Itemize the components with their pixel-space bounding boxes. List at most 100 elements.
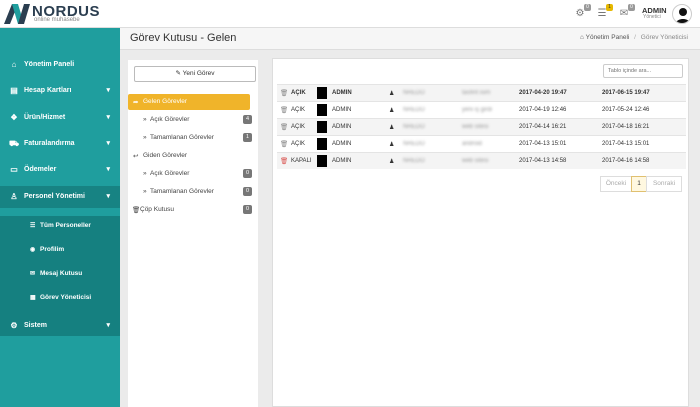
- created-date: 2017-04-13 15:01: [519, 141, 567, 147]
- folder-outgoing[interactable]: ↩ Giden Görevler: [128, 148, 258, 164]
- task-subject[interactable]: tasfirit isim: [462, 90, 490, 96]
- breadcrumb-home-link[interactable]: Yönetim Paneli: [586, 34, 630, 41]
- breadcrumb-separator: /: [634, 34, 636, 41]
- sidebar-item-dashboard[interactable]: ⌂ Yönetim Paneli: [0, 54, 120, 76]
- due-date: 2017-04-18 16:21: [602, 124, 650, 130]
- redacted-avatar: [317, 121, 327, 133]
- mail-badge: 0: [628, 4, 635, 11]
- sidebar-subitem-all-personnel[interactable]: ☰ Tüm Personeller: [0, 216, 120, 236]
- count-badge: 0: [243, 205, 252, 214]
- delete-icon[interactable]: 🗑: [280, 123, 288, 131]
- folder-incoming-open[interactable]: » Açık Görevler 4: [128, 112, 258, 128]
- table-row[interactable]: 🗑 AÇIK ADMIN ♟ NREDO tasfirit isim 2017-04-20 …: [277, 84, 686, 101]
- sidebar-item-invoicing[interactable]: ⛟ Faturalandırma ▾: [0, 133, 120, 155]
- due-date: 2017-05-24 12:46: [602, 107, 650, 113]
- chevron-down-icon: ▾: [106, 322, 110, 329]
- sender-name: ADMIN: [332, 107, 352, 113]
- sidebar-item-label: Personel Yönetimi: [24, 193, 85, 200]
- redacted-avatar: [317, 155, 327, 167]
- sidebar-item-personnel[interactable]: ♙ Personel Yönetimi ▾: [0, 186, 120, 208]
- sidebar-subitem-task-manager[interactable]: ▦ Görev Yöneticisi: [0, 288, 120, 308]
- folder-label: Tamamlanan Görevler: [150, 134, 214, 141]
- mail-notification-button[interactable]: ✉ 0: [618, 4, 635, 20]
- sidebar-subitem-mailbox[interactable]: ✉ Mesaj Kutusu: [0, 264, 120, 284]
- pagination-prev[interactable]: Önceki: [600, 176, 632, 192]
- sidebar-item-accounts[interactable]: ▤ Hesap Kartları ▾: [0, 80, 120, 102]
- cart-icon: ⛟: [9, 139, 20, 148]
- sidebar-item-label: Ödemeler: [24, 166, 57, 173]
- chevron-down-icon: ▾: [106, 114, 110, 121]
- task-subject[interactable]: android: [462, 141, 482, 147]
- folder-outgoing-open[interactable]: » Açık Görevler 0: [128, 166, 258, 182]
- delete-icon[interactable]: 🗑: [280, 89, 288, 97]
- logo[interactable]: NORDUS online muhasebe: [4, 3, 114, 25]
- sidebar-item-system[interactable]: ⚙ Sistem ▾: [0, 315, 120, 337]
- sidebar-subitem-label: Görev Yöneticisi: [40, 294, 92, 301]
- sidebar-subitem-label: Profilim: [40, 246, 65, 253]
- page-title: Görev Kutusu - Gelen: [130, 32, 237, 44]
- home-icon: ⌂: [579, 34, 584, 41]
- logo-mark-icon: [4, 4, 30, 24]
- chevron-down-icon: ▾: [106, 87, 110, 94]
- sidebar-subitem-profile[interactable]: ◉ Profilim: [0, 240, 120, 260]
- table-row[interactable]: 🗑 KAPALI ADMIN ♟ NREDO web sitesi 2017-04-13 1…: [277, 152, 686, 169]
- sender-name: ADMIN: [332, 141, 352, 147]
- envelope-icon: ✉: [30, 271, 36, 277]
- delete-icon[interactable]: 🗑: [280, 106, 288, 114]
- task-subject[interactable]: web sitesi: [462, 158, 488, 164]
- user-icon: ♙: [10, 192, 18, 201]
- folder-label: Açık Görevler: [150, 116, 190, 123]
- status-label: KAPALI: [291, 158, 312, 164]
- new-task-button[interactable]: ✎ Yeni Görev: [134, 66, 256, 82]
- sender-name: ADMIN: [332, 158, 352, 164]
- task-subject[interactable]: web sitesi: [462, 124, 488, 130]
- redacted-avatar: [317, 138, 327, 150]
- table-row[interactable]: 🗑 AÇIK ADMIN ♟ NREDO web sitesi 2017-04-14 16:…: [277, 118, 686, 135]
- delete-icon[interactable]: 🗑: [280, 157, 288, 165]
- avatar[interactable]: [672, 4, 692, 24]
- main-content: Görev Kutusu - Gelen ⌂ Yönetim Paneli / …: [120, 28, 700, 407]
- created-date: 2017-04-19 12:46: [519, 107, 567, 113]
- folder-incoming[interactable]: ➦ Gelen Görevler: [128, 94, 250, 110]
- folder-incoming-done[interactable]: » Tamamlanan Görevler 1: [128, 130, 258, 146]
- due-date: 2017-04-13 15:01: [602, 141, 650, 147]
- folder-label: Tamamlanan Görevler: [150, 188, 214, 195]
- double-chevron-icon: »: [143, 170, 147, 177]
- delete-icon[interactable]: 🗑: [280, 140, 288, 148]
- tasks-notification-button[interactable]: ☰ 1: [596, 4, 613, 20]
- assignee-avatar-icon: ♟: [389, 142, 395, 148]
- mail-icon: ✉: [619, 8, 629, 19]
- pagination-page[interactable]: 1: [631, 176, 647, 192]
- assignee-name: NREDO: [403, 141, 425, 147]
- folder-outgoing-done[interactable]: » Tamamlanan Görevler 0: [128, 184, 258, 200]
- assignee-name: NREDO: [403, 158, 425, 164]
- due-date: 2017-04-16 14:58: [602, 158, 650, 164]
- redacted-avatar: [317, 104, 327, 116]
- table-row[interactable]: 🗑 AÇIK ADMIN ♟ NREDO yeni iş girdi 2017-04-19 …: [277, 101, 686, 118]
- tasks-badge: 1: [606, 4, 613, 11]
- assignee-avatar-icon: ♟: [389, 91, 395, 97]
- assignee-name: NREDO: [403, 90, 425, 96]
- folder-trash[interactable]: 🗑 Çöp Kutusu 0: [128, 202, 258, 218]
- assignee-avatar-icon: ♟: [389, 108, 395, 114]
- table-row[interactable]: 🗑 AÇIK ADMIN ♟ NREDO android 2017-04-13 15:01 2…: [277, 135, 686, 152]
- task-list-panel: 🗑AÇIKADMIN♟NREDOtasfirit isim2017-04-20 …: [272, 58, 689, 407]
- notification-badge: 0: [584, 4, 591, 11]
- user-role: Yönetici: [643, 14, 661, 20]
- task-subject[interactable]: yeni iş girdi: [462, 107, 492, 113]
- chevron-down-icon: ▾: [106, 166, 110, 173]
- search-input[interactable]: [603, 64, 683, 78]
- list-icon: ☰: [30, 223, 36, 229]
- pagination-next[interactable]: Sonraki: [646, 176, 682, 192]
- task-folders-panel: ✎ Yeni Görev ➦ Gelen Görevler » Açık Gör…: [128, 60, 258, 407]
- sidebar-item-label: Hesap Kartları: [24, 87, 72, 94]
- sidebar: ⌂ Yönetim Paneli ▤ Hesap Kartları ▾ ❖ Ür…: [0, 28, 120, 407]
- sidebar-item-products[interactable]: ❖ Ürün/Hizmet ▾: [0, 107, 120, 129]
- page-header: Görev Kutusu - Gelen ⌂ Yönetim Paneli / …: [120, 28, 700, 50]
- settings-notification-button[interactable]: ⚙ 0: [574, 4, 591, 20]
- assignee-avatar-icon: ♟: [389, 159, 395, 165]
- user-silhouette-icon: [675, 8, 691, 23]
- sidebar-item-payments[interactable]: ▭ Ödemeler ▾: [0, 159, 120, 181]
- sidebar-item-label: Sistem: [24, 322, 47, 329]
- folder-label: Giden Görevler: [143, 152, 188, 159]
